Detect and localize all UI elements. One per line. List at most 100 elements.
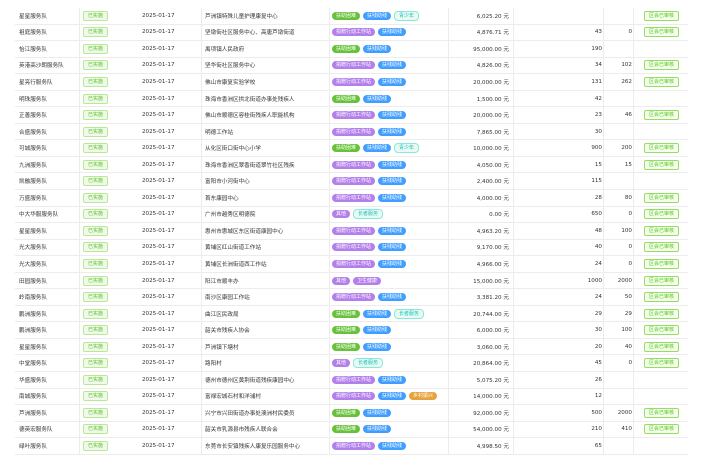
table-row[interactable]: 光大服务队 已实施 2025-01-17 黄埔区红山街道工作站 捐赠行动工作站 扶残助残 9…: [15, 239, 688, 257]
date-cell: 2025-01-17: [142, 194, 175, 201]
review-status-button[interactable]: 区会已审核: [643, 275, 679, 286]
review-status-button[interactable]: 区会已审核: [643, 358, 679, 369]
table-row[interactable]: 华盛服务队 已实施 2025-01-17 德州市德州区黄荆街道残疾康园中心 捐赠行动工作…: [15, 372, 688, 389]
category-tag: 扶残助残: [378, 259, 407, 268]
tags-cell: 扶助困难 扶残助残: [329, 322, 450, 338]
status-badge: 已实施: [83, 93, 109, 104]
table-row[interactable]: 鹏洲服务队 已实施 2025-01-17 曲江区民政局 扶助困难 扶残助残 长者服务 20,7…: [15, 305, 688, 323]
review-status-button[interactable]: 区会已审核: [643, 192, 679, 203]
organization-name: 广州市越秀区明德院: [201, 206, 330, 223]
table-row[interactable]: 可城服务队 已实施 2025-01-17 从化区街口街中心小学 扶助困难 扶残助残 青少年 1…: [15, 140, 688, 157]
review-status-button[interactable]: 区会已审核: [643, 308, 679, 319]
date-cell: 2025-01-17: [142, 211, 175, 218]
organization-name: 坚墩街社区服务中心、高唐芦墩街道: [201, 24, 330, 41]
category-tag: 捐赠行动工作站: [332, 259, 376, 268]
table-row[interactable]: 德英宏服务队 已实施 2025-01-17 韶关市乳源县市残疾人联合会 扶助困难 扶残助残…: [15, 421, 688, 439]
review-status-button[interactable]: 区会已审核: [643, 27, 679, 38]
organization-name: 路阳村: [201, 355, 330, 372]
volunteer-count: [603, 90, 634, 107]
review-status-button[interactable]: 区会已审核: [643, 225, 679, 236]
table-row[interactable]: 田园服务队 已实施 2025-01-17 阳江市顺丰办 其他 卫生健康 15,000.00 …: [15, 272, 689, 290]
table-row[interactable]: 合盛服务队 已实施 2025-01-17 明德工作站 捐赠行动工作站 扶残助残 7,865.…: [15, 123, 688, 141]
table-row[interactable]: 中大华服服务队 已实施 2025-01-17 广州市越秀区明德院 其他 长者服务 0.00 …: [15, 206, 688, 224]
review-status-button[interactable]: 区会已审核: [643, 325, 679, 336]
review-status-button[interactable]: 区会已审核: [643, 407, 679, 418]
amount-cell: 54,000.00 元: [448, 421, 513, 438]
review-status-button[interactable]: 区会已审核: [643, 60, 679, 71]
category-tag: 青少年: [394, 10, 420, 21]
tags-cell: 扶助困难 扶残助残: [329, 338, 450, 355]
review-status-button[interactable]: 区会已审核: [643, 209, 679, 220]
beneficiary-count: 30: [513, 322, 604, 338]
category-tag: 捐赠行动工作站: [332, 77, 376, 86]
table-row[interactable]: 星星服务队 已实施 2025-01-17 芦洲镇特殊儿童护理康复中心 扶助困难 扶残助残青…: [15, 8, 688, 25]
table-row[interactable]: 芦洲服务队 已实施 2025-01-17 兴宁市兴田街道办事处澳洲村民委员 扶助困难 扶残…: [15, 405, 688, 422]
organization-name: 黄埔区红山街道工作站: [201, 239, 330, 256]
volunteer-count: 0: [603, 239, 634, 256]
category-tag: 捐赠行动工作站: [332, 111, 376, 120]
amount-cell: 7,865.00 元: [448, 123, 513, 140]
tags-cell: 扶助困难 扶残助残: [329, 41, 450, 57]
table-row[interactable]: 万盛服务队 已实施 2025-01-17 首东康园中心 捐赠行动工作站 扶残助残 4,000…: [15, 190, 688, 207]
category-tag: 扶残助残: [378, 293, 407, 302]
category-tag: 捐赠行动工作站: [332, 61, 376, 70]
beneficiary-count: 45: [513, 355, 604, 372]
status-badge: 已实施: [83, 275, 109, 286]
review-status-button[interactable]: 区会已审核: [643, 143, 679, 154]
table-row[interactable]: 星亮行服务队 已实施 2025-01-17 佛山市康复实验学校 捐赠行动工作站 扶残助残 2…: [15, 74, 688, 91]
review-status-button[interactable]: 区会已审核: [643, 76, 679, 87]
status-badge: 已实施: [83, 43, 109, 54]
table-row[interactable]: 岭南服务队 已实施 2025-01-17 南沙区康园工作站 捐赠行动工作站 扶残助残 3,3…: [15, 289, 688, 306]
review-status-button[interactable]: 区会已审核: [643, 292, 679, 303]
table-row[interactable]: 星星服务队 已实施 2025-01-17 惠州市惠城区东区街道康园中心 捐赠行动工作站扶…: [15, 223, 688, 240]
date-cell: 2025-01-17: [142, 343, 175, 350]
table-row[interactable]: 光大服务队 已实施 2025-01-17 黄埔区长洲街道西工作站 捐赠行动工作站 扶残助残…: [15, 256, 688, 273]
status-badge: 已实施: [83, 143, 109, 154]
beneficiary-count: 210: [513, 421, 604, 438]
date-cell: 2025-01-17: [142, 360, 175, 367]
status-badge: 已实施: [83, 292, 109, 303]
review-status-button[interactable]: 区会已审核: [643, 159, 679, 170]
table-row[interactable]: 九洲服务队 已实施 2025-01-17 珠海市香洲区翠香街道翠竹社区残疾 捐赠行动工作…: [15, 156, 688, 174]
amount-cell: 3,060.00 元: [448, 338, 513, 355]
table-row[interactable]: 祖庭服务队 已实施 2025-01-17 坚墩街社区服务中心、高唐芦墩街道 捐赠行动工作…: [15, 24, 688, 42]
table-row[interactable]: 鹏洲服务队 已实施 2025-01-17 韶关市残疾人协会 扶助困难 扶残助残 6,000.…: [15, 322, 688, 339]
table-row[interactable]: 中堂服务队 已实施 2025-01-17 路阳村 其他 长者服务 20,864.00 元 45…: [15, 355, 688, 373]
category-tag: 捐赠行动工作站: [332, 28, 376, 37]
table-row[interactable]: 英港高沙朗服务队 已实施 2025-01-17 坚华街社区服务中心 捐赠行动工作站 扶残助…: [15, 57, 689, 75]
table-row[interactable]: 绿叶服务队 已实施 2025-01-17 东莞市长安镇残疾人康复乐园服务中心 捐赠行动工…: [15, 438, 688, 455]
table-row[interactable]: 南城服务队 已实施 2025-01-17 富禄宏城石村和洋浦村 捐赠行动工作站 扶残助残乡…: [15, 388, 688, 406]
review-status-button[interactable]: 区会已审核: [643, 258, 679, 269]
category-tag: 捐赠行动工作站: [332, 177, 376, 186]
action-cell: [633, 90, 689, 107]
volunteer-count: 102: [603, 57, 634, 74]
status-badge: 已实施: [83, 176, 109, 187]
status-cell: 已实施: [79, 24, 123, 41]
review-status-button[interactable]: 区会已审核: [643, 424, 679, 435]
status-badge: 已实施: [83, 424, 109, 435]
team-name: 凯融服务队: [19, 179, 47, 186]
action-cell: 区会已审核: [633, 57, 689, 74]
review-status-button[interactable]: 区会已审核: [643, 341, 679, 352]
review-status-button[interactable]: 区会已审核: [643, 10, 679, 21]
status-cell: 已实施: [79, 190, 123, 206]
volunteer-count: [603, 173, 634, 190]
action-cell: 区会已审核: [633, 223, 689, 239]
review-status-button[interactable]: 区会已审核: [643, 242, 679, 253]
review-status-button[interactable]: 区会已审核: [643, 110, 679, 121]
category-tag: 长者服务: [353, 358, 384, 369]
organization-name: 珠海市香洲区拱北街道办事处残疾人: [201, 90, 330, 107]
table-row[interactable]: 明珠服务队 已实施 2025-01-17 珠海市香洲区拱北街道办事处残疾人 扶助困难 扶残…: [15, 90, 689, 108]
table-row[interactable]: 星星服务队 已实施 2025-01-17 芦洲镇下塘村 扶助困难 扶残助残 3,060.00…: [15, 338, 689, 356]
action-cell: 区会已审核: [633, 338, 689, 355]
organization-name: 佛山市康复实验学校: [201, 74, 330, 90]
team-name: 祖庭服务队: [19, 30, 47, 37]
table-row[interactable]: 正善服务队 已实施 2025-01-17 佛山市顺德区容桂街残疾人职能机构 捐赠行动工作…: [15, 107, 688, 124]
amount-cell: 20,744.00 元: [448, 305, 513, 322]
table-row[interactable]: 怡江服务队 已实施 2025-01-17 禹项镇人民政府 扶助困难 扶残助残 95,000.…: [15, 41, 688, 58]
status-cell: 已实施: [79, 421, 123, 438]
table-row[interactable]: 凯融服务队 已实施 2025-01-17 富阳市小河街中心 捐赠行动工作站 扶残助残 2,4…: [15, 173, 688, 191]
date-cell: 2025-01-17: [142, 161, 175, 168]
action-cell: 区会已审核: [633, 272, 689, 289]
organization-name: 芦洲镇特殊儿童护理康复中心: [201, 8, 330, 24]
